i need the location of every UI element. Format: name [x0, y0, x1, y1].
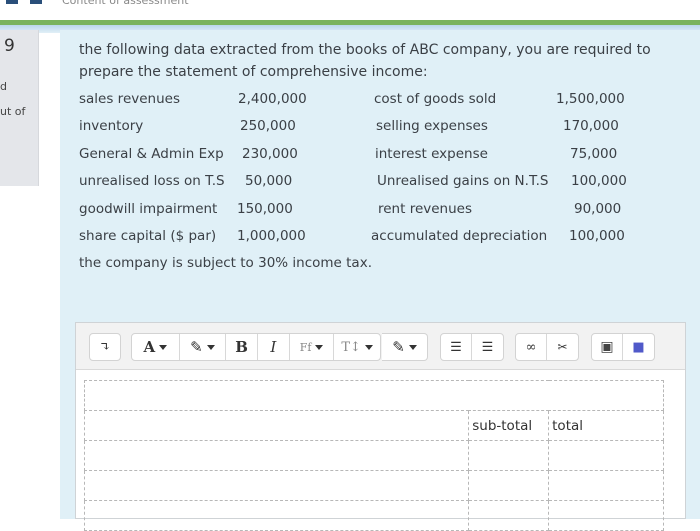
item-value: 150,000	[237, 201, 293, 217]
italic-icon: I	[270, 338, 277, 356]
item-value: 2,400,000	[238, 91, 307, 107]
chevron-down-icon	[159, 344, 168, 350]
item-value: 100,000	[569, 228, 625, 244]
chevron-down-icon	[315, 344, 324, 350]
teams-icon: ■	[632, 339, 645, 355]
table-cell[interactable]	[548, 500, 664, 531]
item-label: goodwill impairment	[79, 201, 218, 217]
table-cell[interactable]	[468, 440, 550, 471]
chevron-down-icon	[364, 344, 373, 350]
item-label: share capital ($ par)	[79, 228, 217, 244]
total-header[interactable]: total	[548, 410, 664, 441]
bold-button[interactable]: B	[226, 334, 258, 360]
item-value: 1,000,000	[237, 228, 306, 244]
item-label: accumulated depreciation	[371, 228, 548, 244]
table-header-row: sub-total total	[83, 410, 664, 441]
insert-image-button[interactable]: ▣	[592, 334, 624, 360]
unlink-button[interactable]: ✂	[547, 334, 578, 360]
highlight-button[interactable]: ✎	[180, 334, 227, 360]
table-cell[interactable]	[548, 470, 664, 501]
brush-icon: ✎	[392, 338, 405, 356]
subtotal-header[interactable]: sub-total	[468, 410, 550, 441]
item-label: Unrealised gains on N.T.S	[377, 173, 549, 189]
item-label: sales revenues	[79, 91, 180, 107]
item-value: 230,000	[242, 146, 298, 162]
question-info-panel: 9 d ut of	[0, 30, 39, 186]
item-value: 250,000	[240, 118, 296, 134]
link-icon: ∞	[525, 339, 537, 355]
editor-content-area[interactable]: sub-total total	[83, 380, 664, 531]
unordered-list-button[interactable]: ☰	[441, 334, 473, 360]
table-cell[interactable]	[548, 440, 664, 471]
item-value: 50,000	[245, 173, 293, 189]
tax-note: the company is subject to 30% income tax…	[79, 255, 372, 271]
font-color-icon: A	[143, 338, 156, 356]
link-button[interactable]: ∞	[516, 334, 548, 360]
item-label: cost of goods sold	[374, 91, 497, 107]
item-label: rent revenues	[378, 201, 473, 217]
unlink-icon: ✂	[557, 340, 568, 354]
bold-icon: B	[235, 338, 248, 356]
statement-table[interactable]: sub-total total	[83, 380, 664, 531]
top-bar: Content of assessment	[0, 0, 700, 20]
item-value: 1,500,000	[556, 91, 625, 107]
table-cell[interactable]	[83, 470, 470, 501]
item-label: selling expenses	[376, 118, 488, 134]
brush-icon: ✎	[190, 338, 203, 356]
font-family-button[interactable]: Ff	[290, 334, 335, 360]
font-color-button[interactable]: A	[132, 334, 180, 360]
breadcrumb[interactable]: Content of assessment	[62, 0, 189, 7]
item-value: 75,000	[570, 146, 618, 162]
question-marks: ut of	[0, 105, 26, 118]
question-intro-line1: the following data extracted from the bo…	[79, 42, 651, 58]
table-row	[83, 500, 664, 531]
font-size-icon: T↕	[341, 339, 361, 355]
ordered-list-button[interactable]: ☰	[472, 334, 503, 360]
menu-icon[interactable]	[30, 0, 42, 4]
paint-button[interactable]: ✎	[382, 334, 427, 360]
table-cell[interactable]	[468, 500, 550, 531]
toolbar-toggle-button[interactable]: ↴	[90, 334, 120, 360]
item-value: 100,000	[571, 173, 627, 189]
item-value: 90,000	[574, 201, 622, 217]
font-size-button[interactable]: T↕	[334, 334, 380, 360]
item-label: inventory	[79, 118, 144, 134]
question-number: 9	[4, 36, 15, 56]
table-cell[interactable]	[83, 440, 470, 471]
collapse-icon: ↴	[99, 339, 111, 355]
table-row	[83, 470, 664, 501]
question-intro-line2: prepare the statement of comprehensive i…	[79, 64, 428, 80]
item-label: interest expense	[375, 146, 488, 162]
teams-meeting-button[interactable]: ■	[623, 334, 654, 360]
item-value: 170,000	[563, 118, 619, 134]
question-status: d	[0, 80, 7, 93]
unordered-list-icon: ☰	[450, 339, 462, 355]
table-row	[84, 380, 664, 411]
ordered-list-icon: ☰	[481, 339, 494, 355]
table-cell[interactable]	[468, 470, 550, 501]
app-icon	[6, 0, 18, 4]
table-cell[interactable]	[83, 410, 470, 441]
chevron-down-icon	[408, 344, 417, 350]
table-cell[interactable]	[83, 500, 470, 531]
chevron-down-icon	[206, 344, 215, 350]
italic-button[interactable]: I	[258, 334, 290, 360]
item-label: General & Admin Exp	[79, 146, 224, 162]
table-title-cell[interactable]	[84, 380, 664, 411]
item-label: unrealised loss on T.S	[79, 173, 225, 189]
table-row	[83, 440, 664, 471]
font-family-icon: Ff	[299, 340, 312, 354]
image-icon: ▣	[600, 339, 614, 355]
answer-editor[interactable]: ↴ A ✎ B I Ff T↕ ✎ ☰ ☰ ∞ ✂ ▣ ■ sub-total …	[75, 322, 686, 531]
editor-toolbar: ↴ A ✎ B I Ff T↕ ✎ ☰ ☰ ∞ ✂ ▣ ■	[76, 323, 685, 370]
